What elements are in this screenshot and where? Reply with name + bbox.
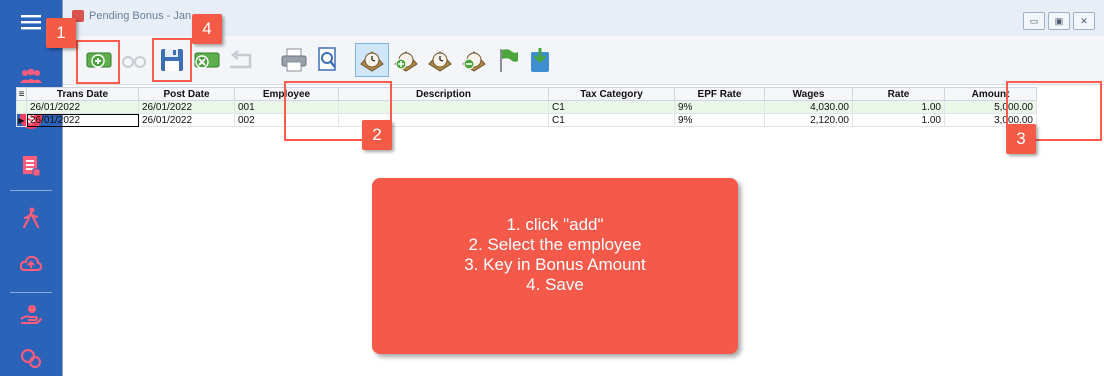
green-flag-icon xyxy=(500,49,518,72)
step-marker-4: 4 xyxy=(192,14,222,44)
settings-people-icon[interactable] xyxy=(12,340,50,376)
clock-add-icon xyxy=(394,51,418,72)
cloud-upload-icon[interactable] xyxy=(12,246,50,282)
export-button[interactable] xyxy=(523,43,557,77)
cell-rate[interactable]: 1.00 xyxy=(852,100,945,114)
table-row[interactable]: 26/01/2022 26/01/2022 001 C1 9% 4,030.00… xyxy=(16,100,1037,114)
timer-remove-button[interactable] xyxy=(457,43,491,77)
cell-wages[interactable]: 2,120.00 xyxy=(764,113,853,127)
maximize-button[interactable]: ▣ xyxy=(1048,12,1070,30)
app-sidebar: $ xyxy=(0,0,62,376)
save-button-highlight xyxy=(152,38,192,82)
cell-rate[interactable]: 1.00 xyxy=(852,113,945,127)
timer-edit-button[interactable] xyxy=(423,43,457,77)
row-indicator[interactable] xyxy=(16,100,27,114)
glasses-icon xyxy=(122,56,146,68)
money-delete-icon xyxy=(194,52,220,69)
instruction-callout: 1. click "add" 2. Select the employee 3.… xyxy=(372,178,738,354)
clock-edit-icon xyxy=(428,51,452,72)
cell-tax-category[interactable]: C1 xyxy=(548,100,675,114)
instruction-step-3: 3. Key in Bonus Amount xyxy=(464,255,646,274)
print-preview-icon xyxy=(318,47,336,71)
sidebar-divider xyxy=(10,190,52,191)
cell-trans-date[interactable]: 26/01/2022 xyxy=(26,113,139,127)
grid-header-row: ≡ Trans Date Post Date Employee Descript… xyxy=(16,87,1037,101)
timer-add-button[interactable] xyxy=(389,43,423,77)
step-marker-3: 3 xyxy=(1006,124,1036,154)
cell-post-date[interactable]: 26/01/2022 xyxy=(138,113,235,127)
printer-icon xyxy=(281,48,307,72)
flag-button[interactable] xyxy=(491,43,525,77)
preview-button[interactable] xyxy=(311,43,345,77)
column-header-epf-rate[interactable]: EPF Rate xyxy=(674,87,765,101)
column-header-tax-category[interactable]: Tax Category xyxy=(548,87,675,101)
close-button[interactable]: ✕ xyxy=(1073,12,1095,30)
clock-icon xyxy=(360,51,384,72)
undo-icon xyxy=(230,50,252,69)
hamburger-menu-icon[interactable] xyxy=(12,4,50,40)
cell-trans-date[interactable]: 26/01/2022 xyxy=(26,100,139,114)
minimize-button[interactable]: ▭ xyxy=(1023,12,1045,30)
print-button[interactable] xyxy=(277,43,311,77)
add-button-highlight xyxy=(76,40,120,84)
column-header-wages[interactable]: Wages xyxy=(764,87,853,101)
cell-epf-rate[interactable]: 9% xyxy=(674,100,765,114)
cell-tax-category[interactable]: C1 xyxy=(548,113,675,127)
current-row-arrow-icon[interactable]: ▶ xyxy=(16,113,27,127)
clock-remove-icon xyxy=(462,51,486,72)
instruction-step-1: 1. click "add" xyxy=(506,215,604,234)
sidebar-divider xyxy=(10,292,52,293)
window-title: Pending Bonus - Jan xyxy=(89,10,192,22)
step-marker-1: 1 xyxy=(46,18,76,48)
cell-wages[interactable]: 4,030.00 xyxy=(764,100,853,114)
hand-coin-icon[interactable] xyxy=(12,296,50,332)
delete-button[interactable] xyxy=(189,43,223,77)
row-selector-header[interactable]: ≡ xyxy=(16,87,27,101)
instruction-step-2: 2. Select the employee xyxy=(468,235,642,254)
step-marker-2: 2 xyxy=(362,120,392,150)
report-icon[interactable] xyxy=(12,148,50,184)
export-download-icon xyxy=(531,48,549,72)
walking-person-icon[interactable] xyxy=(12,200,50,236)
instruction-step-4: 4. Save xyxy=(526,275,584,294)
column-header-rate[interactable]: Rate xyxy=(852,87,945,101)
column-header-trans-date[interactable]: Trans Date xyxy=(26,87,139,101)
table-row[interactable]: ▶ 26/01/2022 26/01/2022 002 C1 9% 2,120.… xyxy=(16,113,1037,127)
timer-button[interactable] xyxy=(355,43,389,77)
view-button[interactable] xyxy=(117,43,151,77)
window-controls: ▭ ▣ ✕ xyxy=(1023,12,1095,30)
cell-post-date[interactable]: 26/01/2022 xyxy=(138,100,235,114)
undo-button[interactable] xyxy=(223,43,257,77)
column-header-post-date[interactable]: Post Date xyxy=(138,87,235,101)
pending-bonus-grid: ≡ Trans Date Post Date Employee Descript… xyxy=(16,87,1037,127)
cell-epf-rate[interactable]: 9% xyxy=(674,113,765,127)
